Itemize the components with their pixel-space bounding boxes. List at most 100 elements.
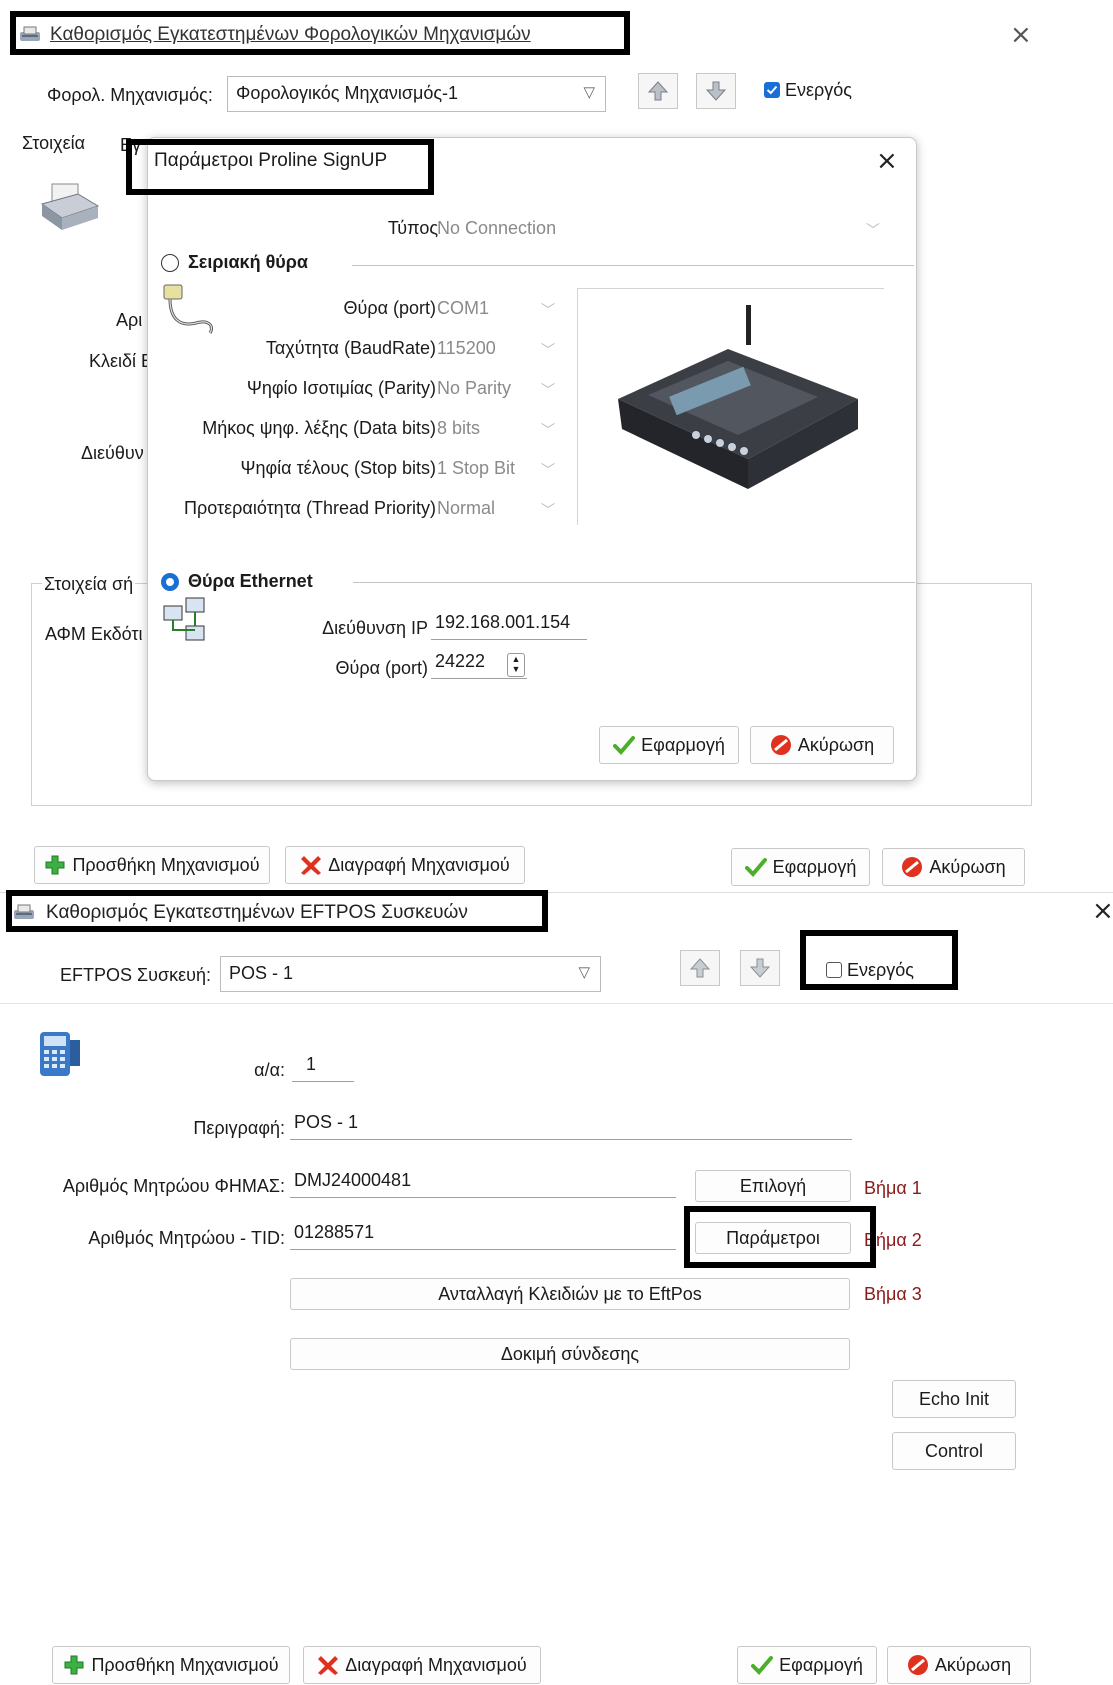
delete-x-icon	[318, 1656, 339, 1675]
arrow-up-icon	[689, 958, 711, 978]
parity-value: No Parity	[437, 378, 512, 398]
eftpos-add-label: Προσθήκη Μηχανισμού	[91, 1654, 279, 1675]
type-label: Τύπος	[387, 218, 438, 238]
network-icon	[162, 596, 208, 653]
highlight-box	[10, 11, 630, 55]
cancel-button[interactable]: Ακύρωση	[882, 848, 1025, 886]
move-up-button[interactable]	[638, 73, 678, 109]
priority-value: Normal	[437, 498, 496, 518]
arrow-down-icon	[705, 81, 727, 101]
tid-input[interactable]: 01288571	[290, 1222, 676, 1250]
serial-field-label: Ψηφίο Ισοτιμίας (Parity)	[246, 378, 436, 398]
eftpos-cancel-label: Ακύρωση	[934, 1654, 1012, 1675]
fhmas-input[interactable]: DMJ24000481	[290, 1170, 676, 1198]
device-value: POS - 1	[229, 963, 294, 983]
dialog-apply-button[interactable]: Εφαρμογή	[599, 726, 739, 764]
cancel-icon	[902, 857, 923, 877]
eftpos-cancel-button[interactable]: Ακύρωση	[887, 1646, 1031, 1684]
chevron-down-icon: ▽	[583, 84, 595, 101]
tab-details[interactable]: Στοιχεία	[22, 133, 85, 154]
move-down-button[interactable]	[696, 73, 736, 109]
databits-select[interactable]: 8 bits	[437, 418, 480, 439]
eth-port-input[interactable]: 24222 ▲ ▼	[431, 651, 527, 679]
aa-input[interactable]: 1	[292, 1054, 354, 1082]
partial-label-key: Κλειδί Ε	[89, 351, 154, 371]
chevron-down-icon: ﹀	[541, 422, 555, 438]
add-mechanism-button[interactable]: Προσθήκη Μηχανισμού	[34, 846, 270, 884]
eftpos-close-button[interactable]: ×	[1092, 896, 1113, 926]
checkmark-icon	[744, 858, 767, 877]
description-input[interactable]: POS - 1	[290, 1112, 852, 1140]
parameters-dialog: Παράμετροι Proline SignUP × Τύπος No Con…	[147, 137, 917, 781]
step3-label: Βήμα 3	[864, 1284, 922, 1304]
dialog-cancel-label: Ακύρωση	[797, 734, 875, 755]
stopbits-value: 1 Stop Bit	[437, 458, 516, 478]
divider	[352, 265, 914, 266]
exchange-keys-button[interactable]: Ανταλλαγή Κλειδιών με το EftPos	[290, 1278, 850, 1310]
fhmas-label: Αριθμός Μητρώου ΦΗΜΑΣ:	[62, 1176, 285, 1196]
description-label: Περιγραφή:	[193, 1118, 285, 1138]
highlight-box	[684, 1206, 876, 1268]
active-checkbox[interactable]: Ενεργός	[764, 80, 852, 101]
ethernet-radio[interactable]	[161, 573, 179, 591]
serial-label: Σειριακή θύρα	[188, 252, 308, 272]
baudrate-value: 115200	[437, 338, 496, 358]
dialog-cancel-button[interactable]: Ακύρωση	[750, 726, 894, 764]
serial-cable-icon	[160, 283, 220, 340]
apply-button[interactable]: Εφαρμογή	[731, 848, 870, 886]
plus-icon	[64, 1655, 84, 1675]
highlight-box	[126, 139, 434, 195]
dialog-apply-label: Εφαρμογή	[641, 734, 725, 755]
spinner-icon[interactable]: ▲ ▼	[507, 653, 525, 677]
test-connection-button[interactable]: Δοκιμή σύνδεσης	[290, 1338, 850, 1370]
stopbits-select[interactable]: 1 Stop Bit	[437, 458, 515, 479]
partial-label-number: Αρι	[116, 310, 143, 330]
cancel-label: Ακύρωση	[929, 856, 1006, 877]
priority-select[interactable]: Normal	[437, 498, 495, 519]
active-label: Ενεργός	[785, 80, 852, 100]
select-button[interactable]: Επιλογή	[695, 1170, 851, 1202]
ip-label: Διεύθυνση IP	[322, 618, 428, 638]
chevron-down-icon: ﹀	[541, 302, 555, 318]
chevron-down-icon: ▽	[578, 964, 590, 981]
close-button[interactable]: ×	[1010, 20, 1032, 50]
delete-mechanism-button[interactable]: Διαγραφή Μηχανισμού	[285, 846, 525, 884]
tid-label: Αριθμός Μητρώου - TID:	[88, 1228, 285, 1248]
add-mechanism-label: Προσθήκη Μηχανισμού	[72, 854, 260, 875]
device-image	[577, 288, 884, 525]
highlight-box	[6, 890, 548, 932]
baudrate-select[interactable]: 115200	[437, 338, 496, 359]
device-select[interactable]: POS - 1 ▽	[220, 956, 601, 992]
serial-radio[interactable]	[161, 254, 179, 272]
mechanism-select[interactable]: Φορολογικός Μηχανισμός-1 ▽	[227, 76, 606, 112]
type-select[interactable]: No Connection	[437, 218, 556, 239]
eftpos-add-button[interactable]: Προσθήκη Μηχανισμού	[52, 1646, 290, 1684]
parity-select[interactable]: No Parity	[437, 378, 511, 399]
group-title-partial: Στοιχεία σή	[42, 574, 136, 595]
chevron-down-icon: ﹀	[866, 222, 880, 238]
partial-label-address: Διεύθυν	[81, 443, 144, 463]
dialog-close-button[interactable]: ×	[876, 146, 898, 176]
aa-label: α/α:	[254, 1060, 285, 1080]
arrow-up-icon	[647, 81, 669, 101]
test-connection-label: Δοκιμή σύνδεσης	[500, 1343, 640, 1364]
eftpos-delete-button[interactable]: Διαγραφή Μηχανισμού	[303, 1646, 541, 1684]
exchange-keys-label: Ανταλλαγή Κλειδιών με το EftPos	[438, 1283, 702, 1304]
eftpos-apply-button[interactable]: Εφαρμογή	[737, 1646, 877, 1684]
echo-init-button[interactable]: Echo Init	[892, 1380, 1016, 1418]
device-label: EFTPOS Συσκευή:	[60, 965, 211, 985]
move-down-button[interactable]	[740, 950, 780, 986]
apply-label: Εφαρμογή	[772, 856, 857, 877]
eth-port-value: 24222	[435, 651, 486, 671]
ip-input[interactable]: 192.168.001.154	[431, 612, 587, 640]
port-select[interactable]: COM1	[437, 298, 489, 319]
printer-icon	[38, 180, 102, 241]
control-label: Control	[924, 1440, 984, 1461]
chevron-down-icon: ﹀	[541, 462, 555, 478]
delete-x-icon	[301, 856, 322, 875]
control-button[interactable]: Control	[892, 1432, 1016, 1470]
serial-field-label: Θύρα (port)	[343, 298, 437, 318]
eth-port-label: Θύρα (port)	[335, 658, 429, 678]
checkmark-icon	[751, 1656, 774, 1675]
move-up-button[interactable]	[680, 950, 720, 986]
